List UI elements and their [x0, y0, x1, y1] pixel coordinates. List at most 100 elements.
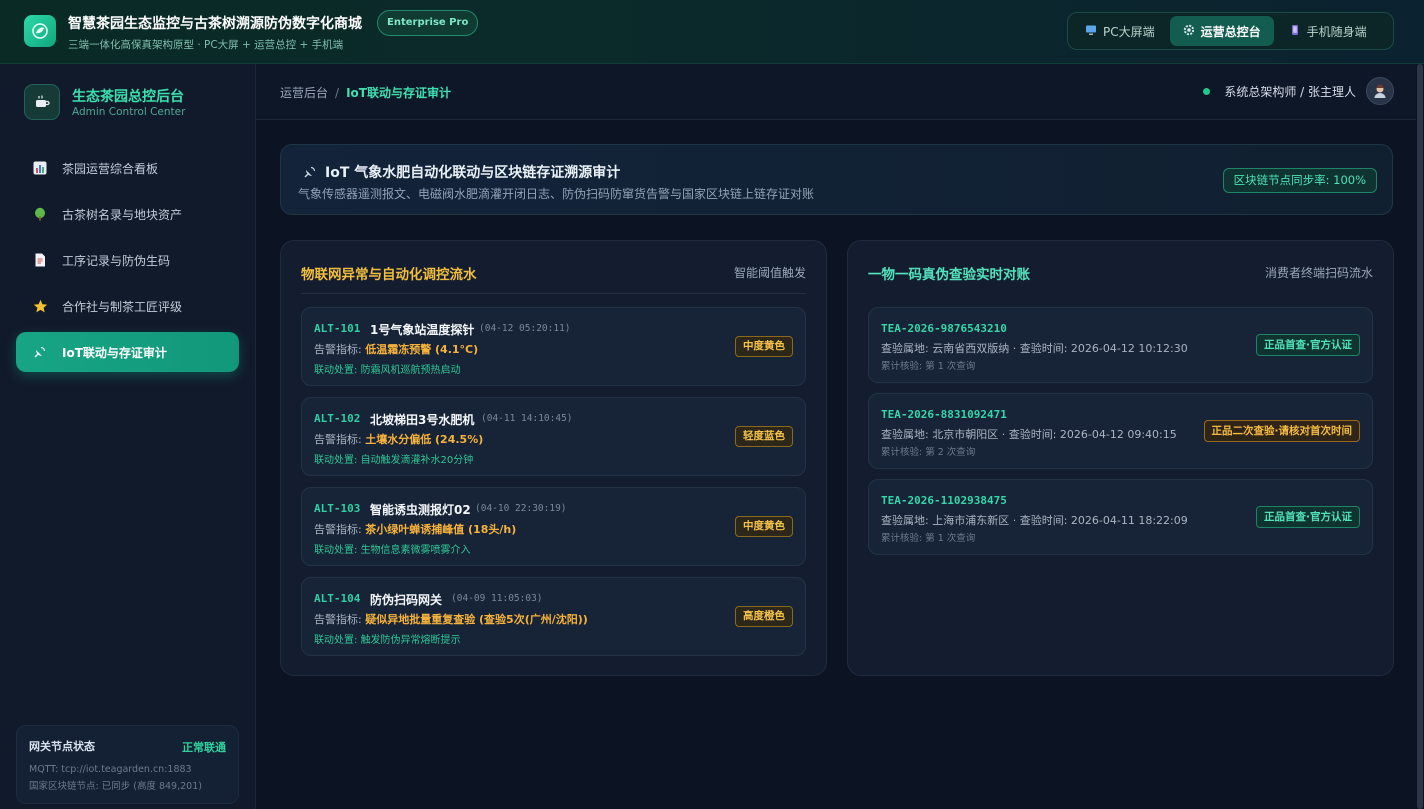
alert-card[interactable]: ALT-104 防伪扫码网关 (04-09 11:05:03) 告警指标: 疑似… [301, 577, 806, 656]
sidebar-item-dashboard[interactable]: 茶园运营综合看板 [16, 148, 239, 188]
verify-status-badge: 正品首查·官方认证 [1256, 334, 1360, 356]
iot-alerts-panel: 物联网异常与自动化调控流水 智能阈值触发 ALT-101 1号气象站温度探针 (… [280, 240, 827, 676]
breadcrumb-separator: / [335, 86, 340, 100]
gear-icon [1183, 24, 1195, 39]
alert-card[interactable]: ALT-103 智能诱虫测报灯02 (04-10 22:30:19) 告警指标:… [301, 487, 806, 566]
alert-time: (04-10 22:30:19) [475, 503, 567, 514]
sidebar-nav: 茶园运营综合看板 古茶树名录与地块资产 工序记录与防伪生码 合作社与制茶工匠评级… [16, 148, 239, 378]
mode-label: 手机随身端 [1306, 24, 1367, 39]
action-value: 触发防伪异常熔断提示 [360, 635, 461, 646]
alert-metric: 告警指标: 低温霜冻预警 (4.1°C) [314, 341, 478, 357]
action-value: 防霜风机巡航预热启动 [360, 365, 461, 376]
phone-icon [1289, 24, 1301, 39]
app-title: 智慧茶园生态监控与古茶树溯源防伪数字化商城 [68, 16, 362, 32]
banner-title: IoT 气象水肥自动化联动与区块链存证溯源审计 [325, 165, 621, 181]
app-subtitle: 三端一体化高保真架构原型 · PC大屏 + 运营总控 + 手机端 [68, 39, 344, 51]
verify-status-badge: 正品首查·官方认证 [1256, 506, 1360, 528]
alert-id: ALT-104 [314, 592, 361, 605]
verify-status-badge: 正品二次查验·请核对首次时间 [1203, 420, 1360, 442]
alert-device: 防伪扫码网关 [370, 593, 443, 607]
gateway-status: 正常联通 [182, 741, 226, 754]
verify-info: 查验属地: 云南省西双版纳 · 查验时间: 2026-04-12 10:12:3… [881, 342, 1188, 355]
alert-device: 智能诱虫测报灯02 [370, 503, 471, 517]
user-name[interactable]: 系统总架构师 / 张主理人 [1224, 83, 1356, 100]
action-label: 联动处置: [314, 545, 361, 556]
mode-ops-console-button[interactable]: 运营总控台 [1169, 16, 1274, 46]
metric-value: 低温霜冻预警 (4.1°C) [365, 343, 479, 356]
tea-cup-icon [24, 84, 60, 120]
alert-card[interactable]: ALT-102 北坡梯田3号水肥机 (04-11 14:10:45) 告警指标:… [301, 397, 806, 476]
metric-label: 告警指标: [314, 343, 366, 356]
monitor-icon [1085, 24, 1097, 39]
verify-code: TEA-2026-8831092471 [881, 408, 1007, 421]
alert-action: 联动处置: 生物信息素微雾喷雾介入 [314, 541, 471, 556]
document-icon [32, 252, 48, 268]
sidebar-item-label: IoT联动与存证审计 [62, 345, 167, 360]
alert-id: ALT-101 [314, 322, 361, 335]
action-value: 生物信息素微雾喷雾介入 [360, 545, 471, 556]
alert-time: (04-09 11:05:03) [451, 593, 543, 604]
metric-label: 告警指标: [314, 523, 366, 536]
alert-device: 北坡梯田3号水肥机 [370, 413, 475, 427]
panel-divider [301, 293, 806, 294]
verify-count: 累计核验: 第 2 次查询 [881, 447, 976, 458]
mode-switch: PC大屏端 运营总控台 手机随身端 [1067, 12, 1394, 50]
mode-mobile-button[interactable]: 手机随身端 [1276, 16, 1380, 46]
alert-action: 联动处置: 触发防伪异常熔断提示 [314, 631, 461, 646]
panel-tag: 消费者终端扫码流水 [1264, 266, 1373, 280]
sidebar-item-label: 古茶树名录与地块资产 [62, 207, 183, 222]
leaf-logo-icon [24, 15, 56, 47]
verify-card[interactable]: TEA-2026-9876543210 查验属地: 云南省西双版纳 · 查验时间… [868, 307, 1373, 383]
alert-metric: 告警指标: 土壤水分偏低 (24.5%) [314, 431, 483, 447]
metric-label: 告警指标: [314, 433, 366, 446]
sidebar-item-process-records[interactable]: 工序记录与防伪生码 [16, 240, 239, 280]
sidebar-item-iot-audit[interactable]: IoT联动与存证审计 [16, 332, 239, 372]
alert-metric: 告警指标: 疑似异地批量重复查验 (查验5次(广州/沈阳)) [314, 611, 588, 627]
banner-description: 气象传感器遥测报文、电磁阀水肥滴灌开闭日志、防伪扫码防窜货告警与国家区块链上链存… [298, 187, 815, 201]
alert-level-badge: 中度黄色 [735, 336, 793, 357]
avatar[interactable] [1366, 77, 1394, 105]
user-area: 系统总架构师 / 张主理人 [1203, 77, 1394, 105]
alert-action: 联动处置: 自动触发滴灌补水20分钟 [314, 451, 473, 466]
action-label: 联动处置: [314, 635, 361, 646]
sidebar-title: 生态茶园总控后台 [72, 89, 184, 105]
edition-badge: Enterprise Pro [377, 10, 479, 36]
alert-device: 1号气象站温度探针 [370, 323, 475, 337]
alert-card[interactable]: ALT-101 1号气象站温度探针 (04-12 05:20:11) 告警指标:… [301, 307, 806, 386]
breadcrumb: 运营后台 / IoT联动与存证审计 [280, 84, 451, 101]
sidebar-item-label: 合作社与制茶工匠评级 [62, 299, 183, 314]
mode-label: PC大屏端 [1103, 24, 1155, 39]
alert-level-badge: 中度黄色 [735, 516, 793, 537]
verify-count: 累计核验: 第 1 次查询 [881, 533, 976, 544]
panel-title: 一物一码真伪查验实时对账 [868, 267, 1030, 283]
mode-pc-screen-button[interactable]: PC大屏端 [1072, 16, 1168, 46]
metric-value: 土壤水分偏低 (24.5%) [365, 433, 484, 446]
scrollbar-thumb[interactable] [1417, 64, 1423, 809]
sidebar-item-label: 工序记录与防伪生码 [62, 253, 171, 268]
alert-time: (04-11 14:10:45) [481, 413, 573, 424]
verify-info: 查验属地: 上海市浦东新区 · 查验时间: 2026-04-11 18:22:0… [881, 514, 1188, 527]
breadcrumb-root[interactable]: 运营后台 [280, 86, 328, 100]
verify-card[interactable]: TEA-2026-8831092471 查验属地: 北京市朝阳区 · 查验时间:… [868, 393, 1373, 469]
sidebar-item-tree-registry[interactable]: 古茶树名录与地块资产 [16, 194, 239, 234]
audit-banner: IoT 气象水肥自动化联动与区块链存证溯源审计 气象传感器遥测报文、电磁阀水肥滴… [280, 144, 1393, 215]
satellite-icon [32, 344, 48, 360]
star-icon [32, 298, 48, 314]
verify-count: 累计核验: 第 1 次查询 [881, 361, 976, 372]
panel-title: 物联网异常与自动化调控流水 [301, 267, 477, 283]
sidebar-item-coop-rating[interactable]: 合作社与制茶工匠评级 [16, 286, 239, 326]
sidebar-subtitle: Admin Control Center [72, 106, 186, 118]
action-label: 联动处置: [314, 365, 361, 376]
verify-panel: 一物一码真伪查验实时对账 消费者终端扫码流水 TEA-2026-98765432… [847, 240, 1394, 676]
tree-icon [32, 206, 48, 222]
action-value: 自动触发滴灌补水20分钟 [360, 455, 474, 466]
gateway-status-card: 网关节点状态 正常联通 MQTT: tcp://iot.teagarden.cn… [16, 725, 239, 804]
verify-info: 查验属地: 北京市朝阳区 · 查验时间: 2026-04-12 09:40:15 [881, 428, 1177, 441]
metric-value: 疑似异地批量重复查验 (查验5次(广州/沈阳)) [365, 613, 588, 626]
alert-level-badge: 轻度蓝色 [735, 426, 793, 447]
alert-id: ALT-102 [314, 412, 361, 425]
verify-code: TEA-2026-1102938475 [881, 494, 1007, 507]
verify-card[interactable]: TEA-2026-1102938475 查验属地: 上海市浦东新区 · 查验时间… [868, 479, 1373, 555]
bar-chart-icon [32, 160, 48, 176]
metric-label: 告警指标: [314, 613, 366, 626]
